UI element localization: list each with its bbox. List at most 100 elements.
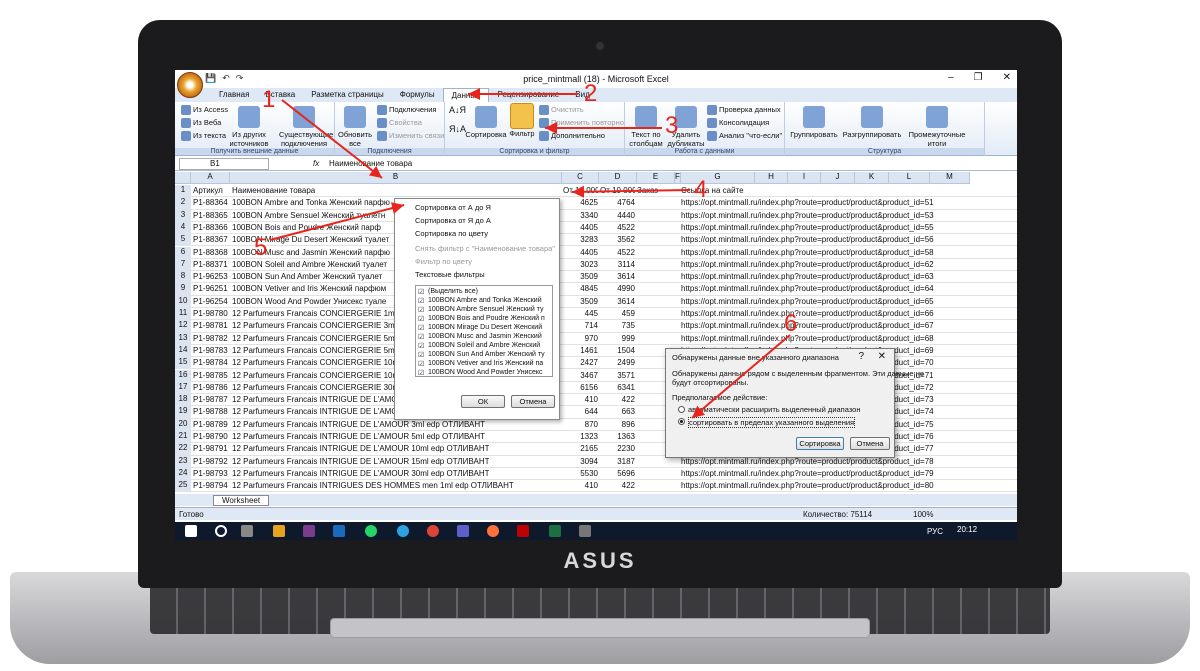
cell-c[interactable]: 4625 — [563, 198, 598, 207]
table-row[interactable]: 11 P1-98780 12 Parfumeurs Francais CONCIER… — [175, 308, 1017, 321]
cell-c[interactable]: 1461 — [563, 346, 598, 355]
cell-b[interactable]: 12 Parfumeurs Francais INTRIGUE DE L'AMO… — [232, 420, 485, 429]
cell-a[interactable]: P1-98790 — [193, 432, 228, 441]
cell-b[interactable]: 100BON Ambre and Tonka Женский парфю — [232, 198, 390, 207]
cell-a[interactable]: P1-88365 — [193, 211, 228, 220]
excel-taskbar-icon[interactable] — [549, 525, 561, 537]
cell-b[interactable]: 12 Parfumeurs Francais INTRIGUE DE L'AMO… — [232, 395, 403, 404]
filter-checkbox-item[interactable]: 100BON Vetiver and Iris Женский па — [418, 360, 543, 368]
consolidate-button[interactable]: Консолидация — [707, 118, 769, 129]
zoom-level[interactable]: 100% — [913, 510, 933, 519]
cell-b[interactable]: 12 Parfumeurs Francais CONCIERGERIE 10m — [232, 371, 399, 380]
row-number[interactable]: 24 — [175, 467, 191, 480]
cell-a[interactable]: P1-98788 — [193, 407, 228, 416]
sort-confirm-button[interactable]: Сортировка — [796, 437, 844, 450]
cell-c[interactable]: 970 — [563, 334, 598, 343]
cell-d[interactable]: 3571 — [600, 371, 635, 380]
cell-c[interactable]: 3509 — [563, 272, 598, 281]
cancel-button[interactable]: Отмена — [511, 395, 555, 408]
cell-d[interactable]: 3114 — [600, 260, 635, 269]
cell-c[interactable]: 2427 — [563, 358, 598, 367]
cell-c[interactable]: 3340 — [563, 211, 598, 220]
row-number[interactable]: 20 — [175, 418, 191, 431]
row-number[interactable]: 11 — [175, 308, 191, 320]
ungroup-button[interactable]: Разгруппировать — [841, 104, 903, 139]
cell-c[interactable]: 3023 — [563, 260, 598, 269]
cell-a[interactable]: P1-96253 — [193, 272, 228, 281]
expand-selection-radio[interactable] — [678, 406, 685, 413]
cell-b[interactable]: 12 Parfumeurs Francais INTRIGUES DES HOM… — [232, 481, 514, 490]
cell-a[interactable]: P1-88364 — [193, 198, 228, 207]
cell-a[interactable]: P1-98783 — [193, 346, 228, 355]
reapply-button[interactable]: Применить повторно — [539, 118, 624, 129]
row-number[interactable]: 10 — [175, 295, 191, 308]
filter-checkbox-item[interactable]: 100BON Soleil and Ambre Женский — [418, 342, 540, 350]
cell-b[interactable]: 12 Parfumeurs Francais CONCIERGERIE 5ml — [232, 334, 397, 343]
cell-f[interactable]: https://opt.mintmall.ru/index.php?route=… — [681, 321, 934, 330]
cell-c[interactable]: 5530 — [563, 469, 598, 478]
table-row[interactable]: 25 P1-98794 12 Parfumeurs Francais INTRIGU… — [175, 480, 1017, 493]
row-number[interactable]: 9 — [175, 283, 191, 296]
menu-sort-za[interactable]: Сортировка от Я до А — [415, 216, 491, 225]
cell-a[interactable]: P1-98793 — [193, 469, 228, 478]
cell-d[interactable]: 3562 — [600, 235, 635, 244]
filter-checkbox-item[interactable]: 100BON Ambre and Tonka Женский — [418, 297, 542, 305]
ok-button[interactable]: ОК — [461, 395, 505, 408]
table-row[interactable]: 8 P1-96253 100BON Sun And Amber Женский ту… — [175, 271, 1017, 284]
row-number[interactable]: 23 — [175, 455, 191, 468]
cell-d[interactable]: 4440 — [600, 211, 635, 220]
cell-c[interactable]: 1323 — [563, 432, 598, 441]
minimize-button[interactable]: – — [948, 72, 954, 83]
existing-connections-button[interactable]: Существующие подключения — [279, 104, 333, 148]
cell-d[interactable]: 2499 — [600, 358, 635, 367]
cell-b[interactable]: 100BON Vetiver and Iris Женский парфюм — [232, 284, 386, 293]
firefox-icon[interactable] — [487, 525, 499, 537]
sheet-tab-worksheet[interactable]: Worksheet — [213, 495, 270, 506]
cell-d[interactable]: 2230 — [600, 444, 635, 453]
cell-a[interactable]: P1-88366 — [193, 223, 228, 232]
cell-a[interactable]: P1-98782 — [193, 334, 228, 343]
table-row[interactable]: 7 P1-88371 100BON Soleil and Ambre Женский… — [175, 258, 1017, 272]
cell-c[interactable]: 3094 — [563, 457, 598, 466]
cell-f[interactable]: https://opt.mintmall.ru/index.php?route=… — [681, 223, 934, 232]
cell-a[interactable]: P1-98792 — [193, 457, 228, 466]
cell-b[interactable]: 12 Parfumeurs Francais INTRIGUE DE L'AMO… — [232, 469, 489, 478]
cell-d[interactable]: От 10 000 — [600, 186, 635, 195]
table-row[interactable]: 24 P1-98793 12 Parfumeurs Francais INTRIGU… — [175, 467, 1017, 481]
from-access-button[interactable]: Из Access — [181, 105, 228, 116]
menu-sort-az[interactable]: Сортировка от А до Я — [415, 203, 491, 212]
row-number[interactable]: 19 — [175, 406, 191, 419]
row-number[interactable]: 16 — [175, 369, 191, 382]
column-header[interactable]: K — [855, 172, 889, 184]
cell-d[interactable]: 4764 — [600, 198, 635, 207]
cell-a[interactable]: P1-98781 — [193, 321, 228, 330]
cell-f[interactable]: https://opt.mintmall.ru/index.php?route=… — [681, 272, 934, 281]
cell-d[interactable]: 422 — [600, 395, 635, 404]
cell-b[interactable]: 12 Parfumeurs Francais CONCIERGERIE 1ml — [232, 309, 397, 318]
table-row[interactable]: 2 P1-88364 100BON Ambre and Tonka Женский … — [175, 197, 1017, 210]
close-button[interactable]: ✕ — [1003, 72, 1011, 83]
filter-values-list[interactable]: (Выделить все)100BON Ambre and Tonka Жен… — [415, 285, 553, 377]
start-icon[interactable] — [185, 525, 197, 537]
cell-d[interactable]: 3614 — [600, 297, 635, 306]
cell-a[interactable]: Артикул — [193, 186, 223, 195]
cell-c[interactable]: 3467 — [563, 371, 598, 380]
row-number[interactable]: 7 — [175, 258, 191, 271]
cell-d[interactable]: 5696 — [600, 469, 635, 478]
menu-sort-by-color[interactable]: Сортировка по цвету — [415, 229, 488, 238]
cell-c[interactable]: 3509 — [563, 297, 598, 306]
column-header[interactable]: L — [889, 172, 930, 184]
cell-c[interactable]: 3283 — [563, 235, 598, 244]
cell-c[interactable]: 714 — [563, 321, 598, 330]
row-number[interactable]: 2 — [175, 197, 191, 210]
table-row[interactable]: 13 P1-98782 12 Parfumeurs Francais CONCIER… — [175, 332, 1017, 345]
table-row[interactable]: 3 P1-88365 100BON Ambre Sensuel Женский ту… — [175, 209, 1017, 222]
cell-c[interactable]: 644 — [563, 407, 598, 416]
photoshop-icon[interactable] — [333, 525, 345, 537]
cell-d[interactable]: 999 — [600, 334, 635, 343]
row-number[interactable]: 15 — [175, 357, 191, 370]
tab-review[interactable]: Рецензирование — [489, 88, 567, 102]
filter-checkbox-item[interactable]: 100BON Bois and Poudre Женский п — [418, 315, 545, 323]
cell-a[interactable]: P1-98794 — [193, 481, 228, 490]
cell-d[interactable]: 1363 — [600, 432, 635, 441]
